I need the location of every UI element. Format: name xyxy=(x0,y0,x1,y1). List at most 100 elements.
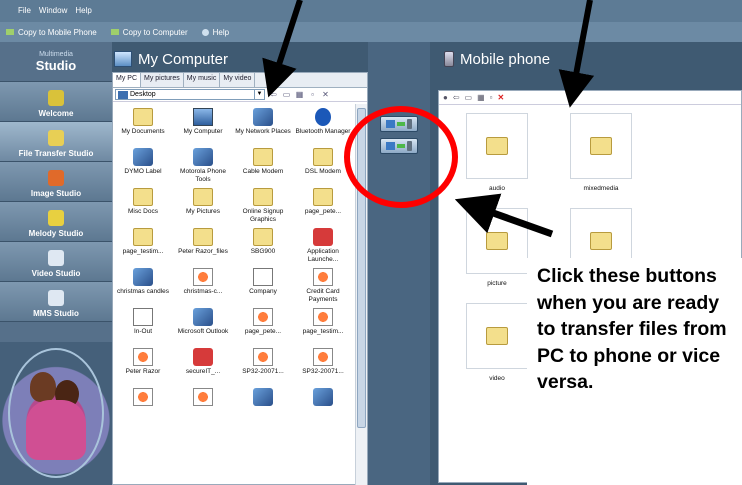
doc-icon xyxy=(253,268,273,286)
copy-to-phone-button[interactable]: Copy to Mobile Phone xyxy=(6,28,97,37)
file-item[interactable]: Peter Razor_files xyxy=(173,224,233,264)
back-icon[interactable]: ⇦ xyxy=(453,93,460,102)
file-item[interactable] xyxy=(113,384,173,424)
phone-folder-item[interactable]: mixedmedia xyxy=(553,113,649,208)
file-item[interactable] xyxy=(233,384,293,424)
folder-icon xyxy=(133,108,153,126)
sidebar-item-welcome[interactable]: Welcome xyxy=(0,82,112,122)
file-item[interactable]: Company xyxy=(233,264,293,304)
ie-icon xyxy=(193,268,213,286)
sidebar-item-mms-studio[interactable]: MMS Studio xyxy=(0,282,112,322)
file-item[interactable]: page_testim... xyxy=(293,304,353,344)
sidebar-item-video-studio[interactable]: Video Studio xyxy=(0,242,112,282)
file-item[interactable]: My Network Places xyxy=(233,104,293,144)
computer-icon xyxy=(114,51,132,67)
chevron-down-icon[interactable]: ▼ xyxy=(254,89,264,100)
copy-to-computer-label: Copy to Computer xyxy=(122,27,188,37)
file-label: page_testim... xyxy=(302,328,344,335)
studio-sidebar: Multimedia Studio Welcome File Transfer … xyxy=(0,42,112,485)
file-label: Credit Card Payments xyxy=(306,288,340,303)
view-mode-icon[interactable]: ▦ xyxy=(295,90,304,99)
file-item[interactable]: secureIT_... xyxy=(173,344,233,384)
scrollbar[interactable] xyxy=(355,104,367,485)
file-label: Peter Razor_files xyxy=(178,248,228,255)
folder-icon xyxy=(133,228,153,246)
file-item[interactable]: Credit Card Payments xyxy=(293,264,353,304)
sidebar-item-melody-studio[interactable]: Melody Studio xyxy=(0,202,112,242)
phone-folder-item[interactable]: audio xyxy=(449,113,545,208)
file-item[interactable]: DYMO Label xyxy=(113,144,173,184)
ie-icon xyxy=(253,348,273,366)
app-icon xyxy=(133,268,153,286)
file-item[interactable]: SBG900 xyxy=(233,224,293,264)
file-item[interactable] xyxy=(173,384,233,424)
phone-to-pc-button[interactable] xyxy=(380,138,418,154)
delete-icon[interactable]: ✕ xyxy=(498,93,505,102)
file-item[interactable]: DSL Modem xyxy=(293,144,353,184)
file-item[interactable]: christmas candles xyxy=(113,264,173,304)
folder-icon xyxy=(253,188,273,206)
my-computer-title: My Computer xyxy=(138,50,229,68)
file-item[interactable]: Misc Docs xyxy=(113,184,173,224)
pc-icon xyxy=(193,108,213,126)
app-icon xyxy=(313,388,333,406)
file-item[interactable]: Cable Modem xyxy=(233,144,293,184)
path-dropdown[interactable]: Desktop ▼ xyxy=(115,89,265,100)
file-label: Peter Razor xyxy=(125,368,161,375)
app-icon xyxy=(253,388,273,406)
app-icon xyxy=(133,148,153,166)
file-item[interactable]: In-Out xyxy=(113,304,173,344)
help-button[interactable]: Help xyxy=(201,28,229,37)
file-item[interactable]: christmas-c... xyxy=(173,264,233,304)
ie-icon xyxy=(133,348,153,366)
new-folder-icon[interactable]: ▫ xyxy=(308,90,317,99)
view-mode-icon[interactable]: ▦ xyxy=(477,93,485,102)
menu-file[interactable]: File xyxy=(18,6,31,15)
menu-window[interactable]: Window xyxy=(39,6,67,15)
file-label: page_pete... xyxy=(244,328,282,335)
menu-help[interactable]: Help xyxy=(75,6,91,15)
file-item[interactable]: page_pete... xyxy=(293,184,353,224)
file-item[interactable]: My Computer xyxy=(173,104,233,144)
menu-bar: File Window Help xyxy=(0,0,742,22)
scroll-thumb[interactable] xyxy=(357,108,366,428)
tab-my-video[interactable]: My video xyxy=(220,73,256,87)
file-label: My Computer xyxy=(183,128,223,135)
close-icon[interactable]: ✕ xyxy=(321,90,330,99)
file-item[interactable]: Online Signup Graphics xyxy=(233,184,293,224)
record-icon[interactable]: ● xyxy=(443,93,448,102)
file-item[interactable] xyxy=(293,384,353,424)
sidebar-item-label: File Transfer Studio xyxy=(18,149,94,158)
tab-my-pc[interactable]: My PC xyxy=(113,73,141,87)
file-item[interactable]: page_pete... xyxy=(233,304,293,344)
copy-to-computer-button[interactable]: Copy to Computer xyxy=(110,27,188,37)
file-item[interactable]: Bluetooth Manager xyxy=(293,104,353,144)
new-folder-icon[interactable]: ▫ xyxy=(490,93,493,102)
file-item[interactable]: Microsoft Outlook xyxy=(173,304,233,344)
path-value: Desktop xyxy=(130,91,156,98)
tab-my-music[interactable]: My music xyxy=(184,73,221,87)
file-item[interactable]: My Documents xyxy=(113,104,173,144)
file-label: christmas candles xyxy=(116,288,170,295)
pc-to-phone-button[interactable] xyxy=(380,116,418,132)
file-label: DSL Modem xyxy=(305,168,341,175)
file-item[interactable]: page_testim... xyxy=(113,224,173,264)
file-item[interactable]: Motorola Phone Tools xyxy=(173,144,233,184)
folder-up-icon[interactable]: ▭ xyxy=(282,90,291,99)
file-item[interactable]: SP32-20071... xyxy=(233,344,293,384)
file-item[interactable]: Peter Razor xyxy=(113,344,173,384)
folder-up-icon[interactable]: ▭ xyxy=(465,93,473,102)
file-item[interactable]: SP32-20071... xyxy=(293,344,353,384)
arrow-right-icon xyxy=(6,29,14,35)
sidebar-item-file-transfer[interactable]: File Transfer Studio xyxy=(0,122,112,162)
brand-small: Multimedia xyxy=(39,50,73,58)
file-label: My Documents xyxy=(121,128,165,135)
tab-my-pictures[interactable]: My pictures xyxy=(141,73,184,87)
file-item[interactable]: Application Launche... xyxy=(293,224,353,264)
back-icon[interactable]: ⇦ xyxy=(269,90,278,99)
sidebar-item-image-studio[interactable]: Image Studio xyxy=(0,162,112,202)
phone-folder-label: video xyxy=(489,375,505,382)
folder-icon xyxy=(486,137,508,155)
video-icon xyxy=(48,250,64,266)
file-item[interactable]: My Pictures xyxy=(173,184,233,224)
